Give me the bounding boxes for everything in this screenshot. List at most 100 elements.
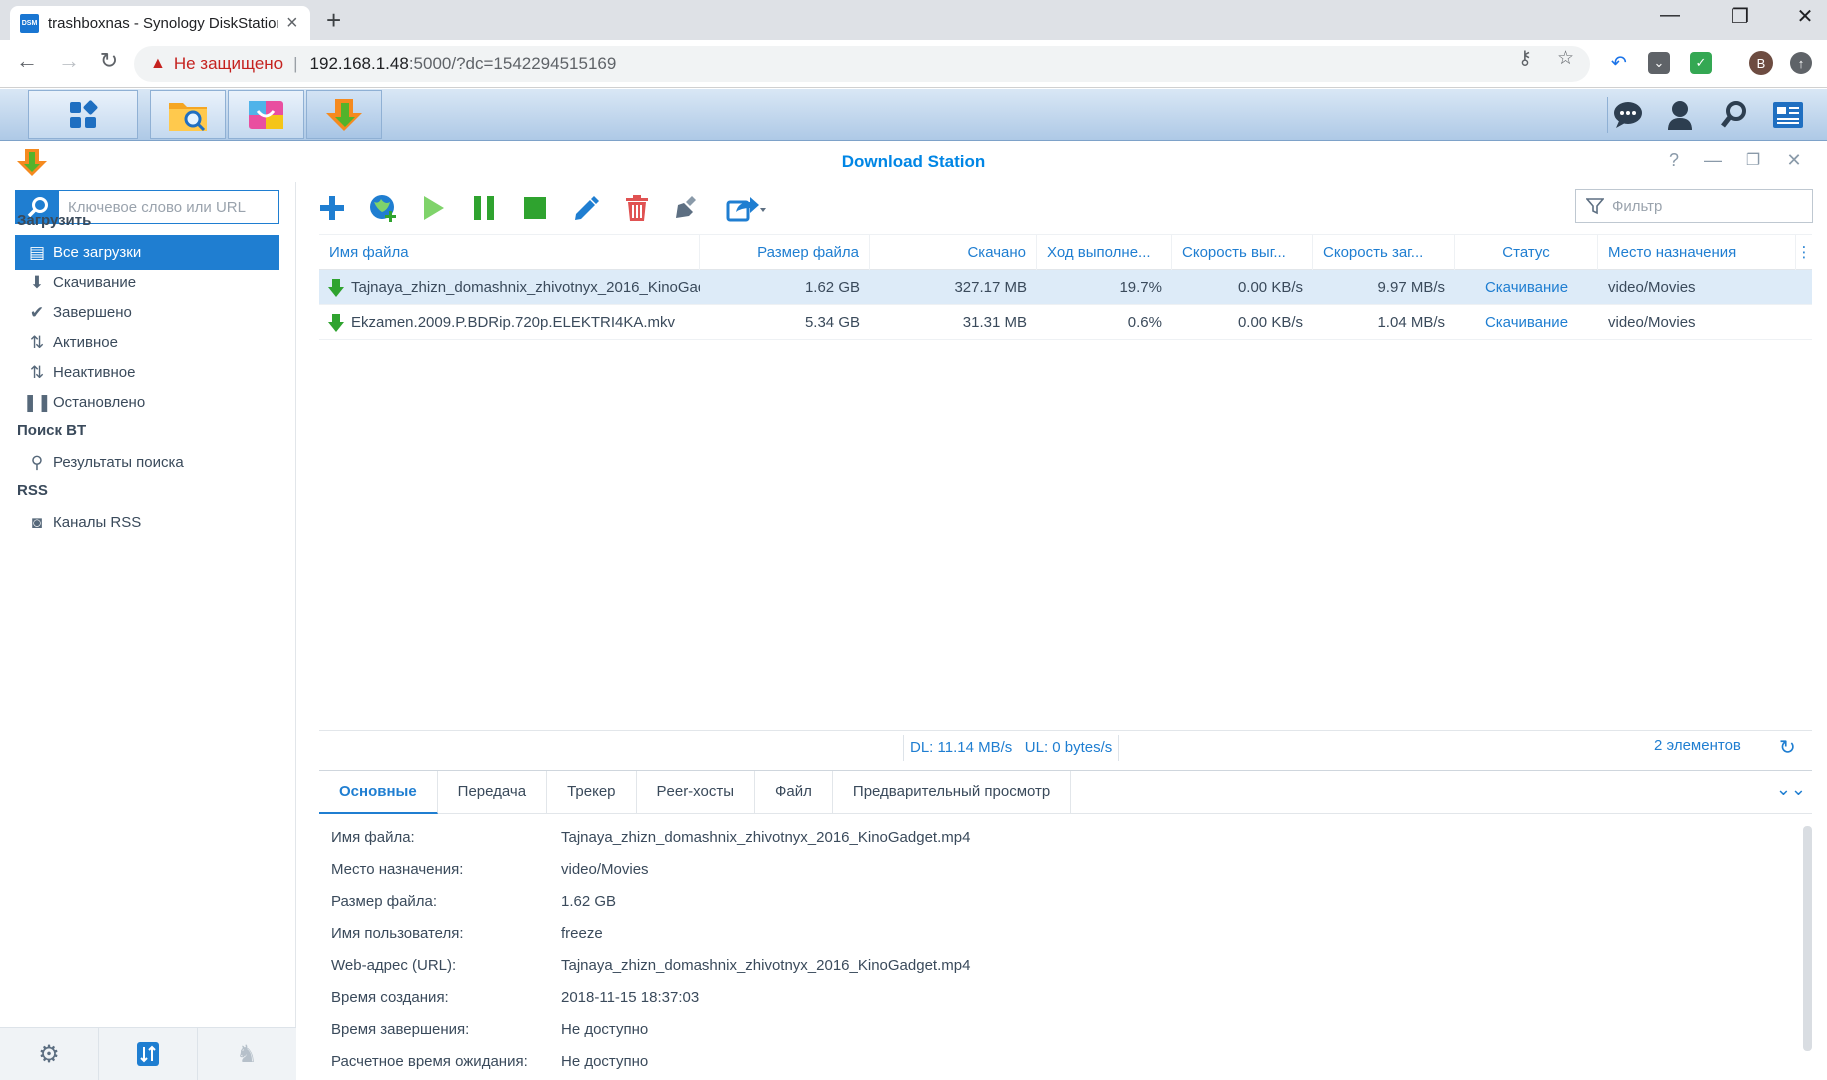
file-station-app[interactable] <box>150 90 226 139</box>
tab-file[interactable]: Файл <box>755 771 833 814</box>
tab-general[interactable]: Основные <box>319 771 438 814</box>
pause-button[interactable] <box>466 190 502 226</box>
file-name-cell: Ekzamen.2009.P.BDRip.720p.ELEKTRI4KA.mkv <box>319 305 700 340</box>
package-center-app[interactable] <box>228 90 304 139</box>
column-header-destination[interactable]: Место назначения <box>1598 235 1796 271</box>
delete-button[interactable] <box>619 190 655 226</box>
globe-add-icon <box>370 195 396 222</box>
emule-button[interactable]: ♞ <box>198 1028 296 1080</box>
column-header-progress[interactable]: Ход выполне... <box>1037 235 1172 271</box>
play-icon <box>424 196 444 220</box>
donkey-icon: ♞ <box>236 1040 258 1068</box>
sidebar-item-label: Скачивание <box>53 274 137 291</box>
column-header-status[interactable]: Статус <box>1455 235 1598 271</box>
profile-avatar[interactable]: B <box>1749 51 1773 75</box>
add-task-button[interactable] <box>314 190 350 226</box>
download-station-app[interactable] <box>306 90 382 139</box>
url-path: :5000/?dc=1542294515169 <box>408 54 617 73</box>
column-header-download-speed[interactable]: Скорость заг... <box>1313 235 1455 271</box>
download-arrow-icon <box>328 279 344 298</box>
edit-button[interactable] <box>568 190 604 226</box>
column-header-upload-speed[interactable]: Скорость выг... <box>1172 235 1313 271</box>
browser-tab[interactable]: DSM trashboxnas - Synology DiskStation × <box>10 6 310 40</box>
sidebar-item-search-results[interactable]: ⚲ Результаты поиска <box>15 445 279 480</box>
close-window-icon[interactable]: ✕ <box>1785 4 1825 29</box>
search-icon[interactable] <box>1716 97 1752 133</box>
key-icon[interactable]: ⚷ <box>1518 47 1532 70</box>
detail-value: Tajnaya_zhizn_domashnix_zhivotnyx_2016_K… <box>561 957 971 974</box>
user-icon[interactable] <box>1662 97 1698 133</box>
back-arrow-icon[interactable]: ← <box>12 48 42 74</box>
destination-cell: video/Movies <box>1608 279 1696 296</box>
broom-icon <box>676 196 696 218</box>
stop-button[interactable] <box>517 190 553 226</box>
inactive-icon: ⇅ <box>29 362 45 382</box>
update-icon[interactable]: ↑ <box>1790 52 1812 74</box>
details-scrollbar[interactable] <box>1803 826 1812 1051</box>
tab-transfer[interactable]: Передача <box>438 771 548 814</box>
collapse-panel-icon[interactable]: ⌄⌄ <box>1776 779 1806 800</box>
detail-label: Размер файла: <box>331 893 438 910</box>
main-menu-button[interactable] <box>28 90 138 139</box>
window-title: Download Station <box>841 152 986 171</box>
keyword-url-input[interactable] <box>59 191 278 223</box>
forward-arrow-icon[interactable]: → <box>54 48 84 74</box>
notifications-chat-icon[interactable] <box>1607 97 1647 133</box>
clear-completed-button[interactable] <box>670 190 706 226</box>
new-tab-icon[interactable]: + <box>326 6 341 34</box>
url-omnibox[interactable]: ▲ Не защищено | 192.168.1.48:5000/?dc=15… <box>134 46 1590 82</box>
widgets-icon[interactable] <box>1770 97 1806 133</box>
upload-speed-cell: 0.00 KB/s <box>1237 314 1303 331</box>
trash-icon <box>626 195 648 221</box>
file-size-cell: 1.62 GB <box>804 279 860 296</box>
reload-icon[interactable]: ↻ <box>94 48 124 74</box>
close-tab-icon[interactable]: × <box>286 13 298 33</box>
transfer-speeds: DL: 11.14 MB/s UL: 0 bytes/s <box>903 735 1120 761</box>
downloaded-cell: 327.17 MB <box>954 279 1027 296</box>
close-icon[interactable]: ✕ <box>1782 150 1806 171</box>
detail-value: 2018-11-15 18:37:03 <box>561 989 700 1006</box>
bookmark-star-icon[interactable]: ☆ <box>1557 47 1574 70</box>
restore-window-icon[interactable]: ❐ <box>1720 4 1760 29</box>
file-name: Ekzamen.2009.P.BDRip.720p.ELEKTRI4KA.mkv <box>351 314 676 331</box>
detail-label: Время завершения: <box>331 1021 470 1038</box>
downloads-table: Имя файла Размер файла Скачано Ход выпол… <box>319 234 1812 340</box>
add-url-button[interactable] <box>365 190 401 226</box>
tab-preview[interactable]: Предварительный просмотр <box>833 771 1072 814</box>
undo-extension-icon[interactable]: ↶ <box>1608 52 1630 74</box>
status-strip: DL: 11.14 MB/s UL: 0 bytes/s 2 элементов… <box>319 730 1812 764</box>
help-icon[interactable]: ? <box>1662 150 1686 171</box>
column-header-file-size[interactable]: Размер файла <box>700 235 870 271</box>
sidebar-item-stopped[interactable]: ❚❚ Остановлено <box>15 385 279 420</box>
table-row[interactable]: Ekzamen.2009.P.BDRip.720p.ELEKTRI4KA.mkv… <box>319 305 1812 340</box>
detail-value: Tajnaya_zhizn_domashnix_zhivotnyx_2016_K… <box>561 829 971 846</box>
column-menu-icon[interactable]: ⋮ <box>1796 235 1812 271</box>
maximize-icon[interactable]: ❐ <box>1741 150 1765 170</box>
settings-button[interactable]: ⚙ <box>0 1028 99 1080</box>
minimize-window-icon[interactable]: — <box>1650 4 1690 27</box>
minimize-icon[interactable]: — <box>1701 150 1725 171</box>
pocket-extension-icon[interactable]: ⌄ <box>1648 52 1670 74</box>
resume-button[interactable] <box>415 190 451 226</box>
share-dropdown-button[interactable] <box>722 190 770 226</box>
plus-icon <box>320 196 344 220</box>
browser-address-bar: ← → ↻ ▲ Не защищено | 192.168.1.48:5000/… <box>0 40 1827 88</box>
shield-extension-icon[interactable]: ✓ <box>1690 52 1712 74</box>
column-header-downloaded[interactable]: Скачано <box>870 235 1037 271</box>
pause-icon <box>474 196 494 220</box>
refresh-icon[interactable]: ↻ <box>1779 735 1796 760</box>
window-title-bar[interactable]: Download Station ? — ❐ ✕ <box>0 142 1827 182</box>
tab-tracker[interactable]: Трекер <box>547 771 637 814</box>
detail-value: freeze <box>561 925 603 942</box>
transfer-button[interactable] <box>99 1028 198 1080</box>
column-header-file-name[interactable]: Имя файла <box>319 235 700 271</box>
file-size-cell: 5.34 GB <box>804 314 860 331</box>
filter-input[interactable] <box>1604 197 1804 215</box>
tab-peers[interactable]: Peer-хосты <box>637 771 756 814</box>
section-bt-search-title: Поиск BT <box>17 422 87 439</box>
sidebar-item-label: Активное <box>53 334 118 351</box>
table-row[interactable]: Tajnaya_zhizn_domashnix_zhivotnyx_2016_K… <box>319 270 1812 305</box>
download-arrow-icon: ⬇ <box>29 272 45 292</box>
sidebar-item-rss-feeds[interactable]: ◙ Каналы RSS <box>15 505 279 540</box>
detail-value: Не доступно <box>561 1021 649 1038</box>
